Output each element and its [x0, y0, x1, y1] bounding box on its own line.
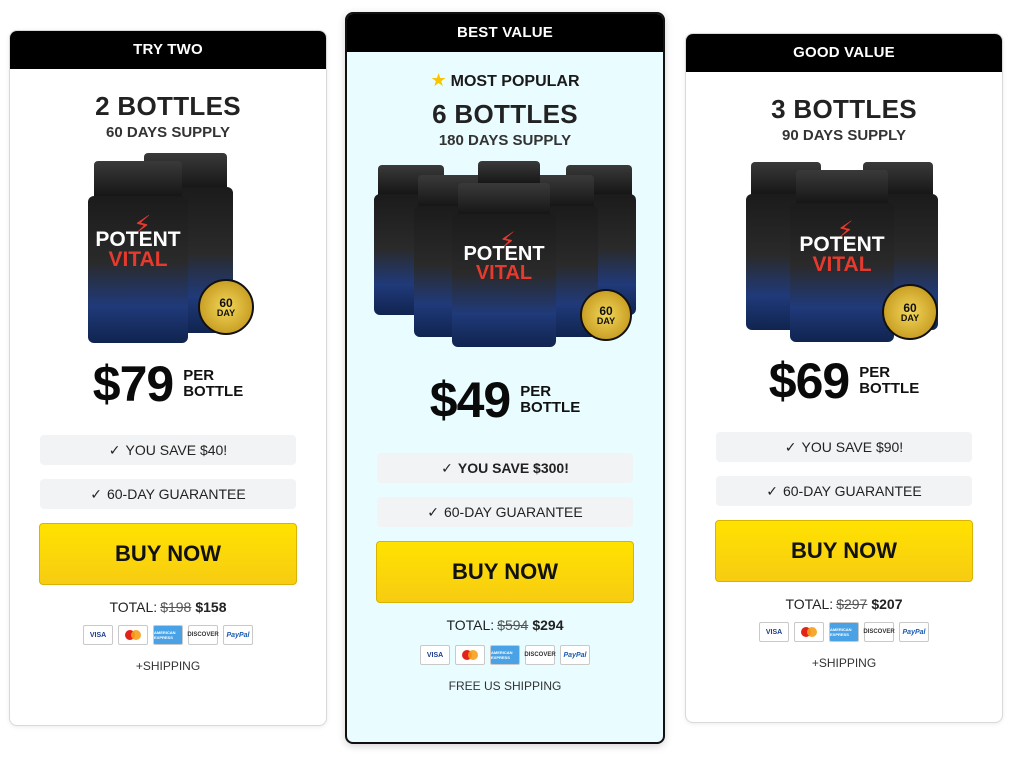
plan-card-good-value: GOOD VALUE 3 BOTTLES 90 DAYS SUPPLY ⚡ PO…: [685, 33, 1003, 723]
shipping-note: +SHIPPING: [811, 656, 877, 670]
most-popular-label: ★ MOST POPULAR: [430, 70, 580, 90]
product-image: ⚡ POTENT VITAL 60 DAY: [746, 156, 942, 342]
plan-header: TRY TWO: [10, 31, 326, 69]
supply-duration: 90 DAYS SUPPLY: [782, 127, 906, 144]
check-icon: ✓: [441, 460, 453, 476]
guarantee-seal-icon: 60 DAY: [198, 279, 254, 335]
discover-icon: DISCOVER: [863, 622, 895, 642]
per-bottle-label: PER BOTTLE: [183, 367, 244, 400]
buy-now-button[interactable]: BUY NOW: [39, 523, 297, 585]
check-icon: ✓: [784, 439, 797, 455]
bottle-front: ⚡ POTENT VITAL: [790, 170, 894, 342]
payment-methods: VISA AMERICAN EXPRESS DISCOVER PayPal: [347, 645, 663, 665]
paypal-icon: PayPal: [223, 625, 253, 645]
product-image: ⚡ POTENT VITAL 60 DAY: [88, 153, 254, 343]
payment-methods: VISA AMERICAN EXPRESS DISCOVER PayPal: [686, 622, 1002, 642]
check-icon: ✓: [90, 486, 102, 502]
savings-badge: ✓ YOU SAVE $40!: [40, 435, 296, 465]
shipping-note: FREE US SHIPPING: [448, 679, 562, 693]
buy-now-button[interactable]: BUY NOW: [715, 520, 973, 582]
supply-duration: 60 DAYS SUPPLY: [106, 124, 230, 141]
guarantee-badge: ✓ 60-DAY GUARANTEE: [716, 476, 972, 506]
plan-card-try-two: TRY TWO 2 BOTTLES 60 DAYS SUPPLY ⚡ POTEN…: [9, 30, 327, 726]
check-icon: ✓: [766, 483, 778, 499]
guarantee-seal-icon: 60 DAY: [882, 284, 938, 340]
amex-icon: AMERICAN EXPRESS: [829, 622, 859, 642]
check-icon: ✓: [427, 504, 439, 520]
savings-badge: ✓ YOU SAVE $90!: [716, 432, 972, 462]
visa-icon: VISA: [759, 622, 789, 642]
total-price: TOTAL: $594 $294: [446, 617, 564, 633]
visa-icon: VISA: [83, 625, 113, 645]
plan-header: BEST VALUE: [347, 14, 663, 52]
per-bottle-label: PER BOTTLE: [859, 364, 920, 397]
mastercard-icon: [455, 645, 485, 665]
plan-header: GOOD VALUE: [686, 34, 1002, 72]
discounted-total: $207: [871, 596, 903, 612]
price-per-bottle: $49: [429, 372, 511, 428]
paypal-icon: PayPal: [560, 645, 590, 665]
guarantee-badge: ✓ 60-DAY GUARANTEE: [40, 479, 296, 509]
check-icon: ✓: [108, 442, 121, 458]
savings-badge: ✓ YOU SAVE $300!: [377, 453, 633, 483]
discounted-total: $294: [532, 617, 564, 633]
bottle-count: 6 BOTTLES: [432, 99, 578, 129]
mastercard-icon: [794, 622, 824, 642]
total-price: TOTAL: $198 $158: [109, 599, 227, 615]
bottle-front: ⚡ POTENT VITAL: [88, 161, 188, 343]
supply-duration: 180 DAYS SUPPLY: [438, 132, 572, 149]
star-icon: ★: [430, 70, 447, 90]
product-image: ⚡ POTENT VITAL 60 DAY: [374, 161, 636, 347]
per-bottle-label: PER BOTTLE: [520, 383, 581, 416]
original-total: $198: [160, 599, 192, 615]
guarantee-seal-icon: 60 DAY: [580, 289, 632, 341]
original-total: $297: [836, 596, 868, 612]
discounted-total: $158: [195, 599, 227, 615]
price-per-bottle: $69: [768, 353, 850, 409]
discover-icon: DISCOVER: [187, 625, 219, 645]
shipping-note: +SHIPPING: [135, 659, 201, 673]
original-total: $594: [497, 617, 529, 633]
visa-icon: VISA: [420, 645, 450, 665]
amex-icon: AMERICAN EXPRESS: [490, 645, 520, 665]
bottle-front: ⚡ POTENT VITAL: [452, 183, 556, 347]
mastercard-icon: [118, 625, 148, 645]
total-price: TOTAL: $297 $207: [785, 596, 903, 612]
amex-icon: AMERICAN EXPRESS: [153, 625, 183, 645]
price-per-bottle: $79: [92, 356, 174, 412]
paypal-icon: PayPal: [899, 622, 929, 642]
payment-methods: VISA AMERICAN EXPRESS DISCOVER PayPal: [10, 625, 326, 645]
buy-now-button[interactable]: BUY NOW: [376, 541, 634, 603]
bottle-count: 2 BOTTLES: [95, 91, 241, 121]
plan-card-best-value: BEST VALUE ★ MOST POPULAR 6 BOTTLES 180 D…: [345, 12, 665, 744]
bottle-count: 3 BOTTLES: [771, 94, 917, 124]
guarantee-badge: ✓ 60-DAY GUARANTEE: [377, 497, 633, 527]
discover-icon: DISCOVER: [524, 645, 556, 665]
